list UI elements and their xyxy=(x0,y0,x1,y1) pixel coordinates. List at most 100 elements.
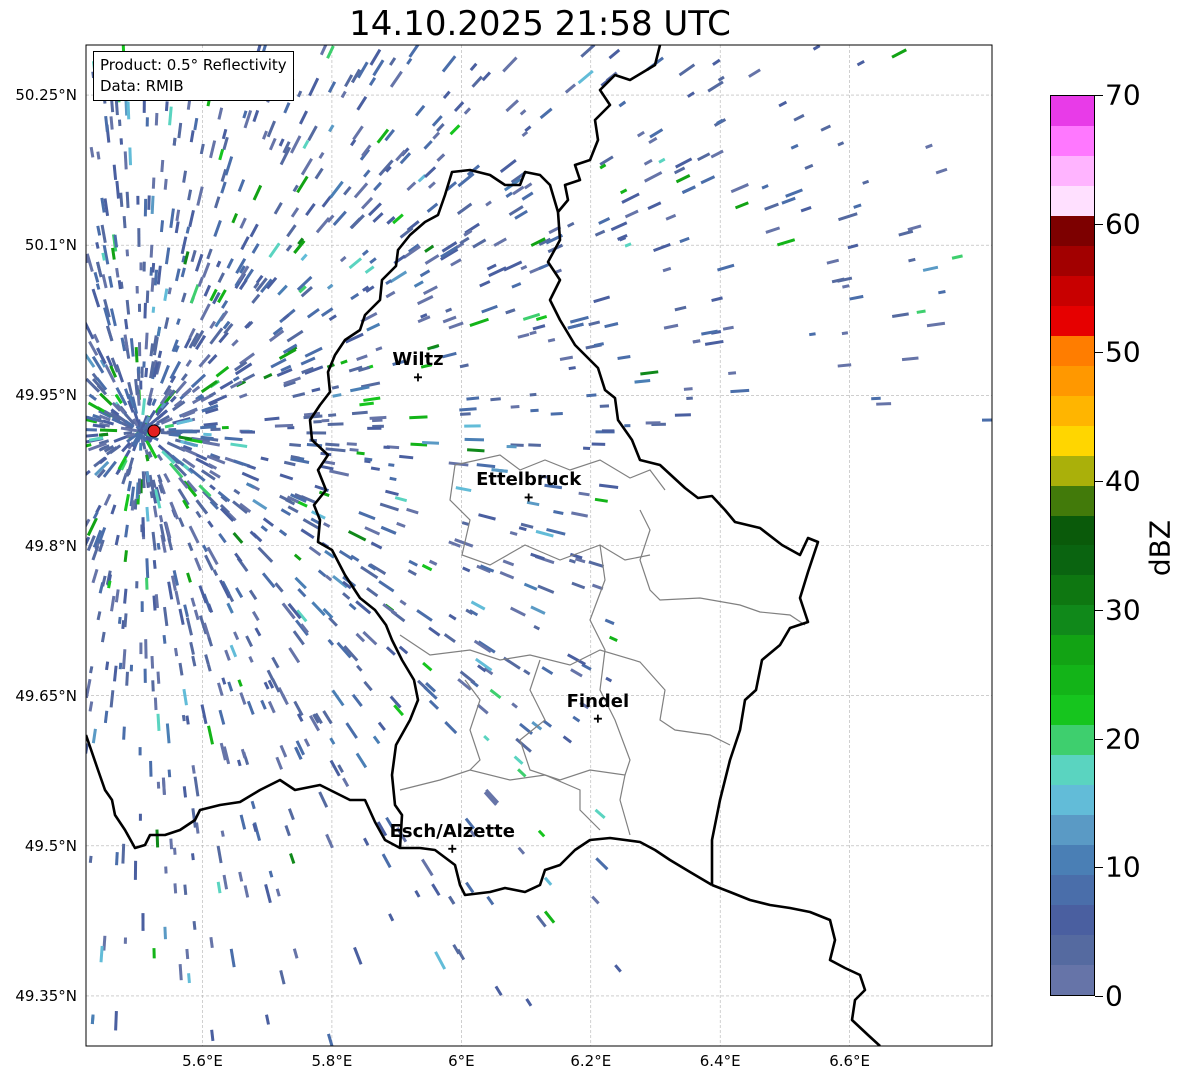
echo-cell xyxy=(152,948,156,959)
colorbar-tick-label: 60 xyxy=(1105,207,1141,241)
colorbar-swatch xyxy=(1051,455,1094,486)
lat-tick-label: 49.5°N xyxy=(24,836,77,855)
echo-cell xyxy=(142,261,146,272)
echo-cell xyxy=(601,429,615,433)
echo-cell xyxy=(306,431,327,435)
colorbar-swatch xyxy=(1051,425,1094,456)
colorbar-swatch xyxy=(1051,275,1094,306)
echo-cell xyxy=(145,290,150,303)
echo-cell xyxy=(313,420,322,424)
echo-cell xyxy=(138,747,142,756)
echo-cell xyxy=(591,442,606,446)
echo-cell xyxy=(150,656,155,669)
colorbar xyxy=(1050,95,1095,996)
echo-cell xyxy=(138,813,142,821)
echo-cell xyxy=(876,402,892,406)
city-label: Esch/Alzette xyxy=(389,820,515,842)
echo-cell xyxy=(674,413,691,417)
colorbar-swatch xyxy=(1051,575,1094,606)
echo-cell xyxy=(506,444,517,449)
colorbar-swatch xyxy=(1051,935,1094,966)
echo-cell xyxy=(321,418,330,423)
echo-cell xyxy=(464,437,485,442)
echo-cell xyxy=(117,119,122,127)
colorbar-swatch xyxy=(1051,185,1094,216)
colorbar-tick-label: 10 xyxy=(1105,850,1141,884)
colorbar-swatch xyxy=(1051,395,1094,426)
lon-tick-label: 6°E xyxy=(448,1052,475,1070)
colorbar-tick-label: 70 xyxy=(1105,78,1141,112)
echo-cell xyxy=(140,601,144,613)
echo-cell xyxy=(137,366,141,374)
echo-cell xyxy=(624,424,631,428)
colorbar-tick xyxy=(1095,867,1103,869)
colorbar-tick-label: 0 xyxy=(1105,979,1123,1013)
colorbar-swatch xyxy=(1051,125,1094,156)
echo-cell xyxy=(137,303,142,312)
echo-cell xyxy=(163,926,167,940)
echo-cell xyxy=(135,581,139,589)
echo-cell xyxy=(510,405,520,409)
echo-cell xyxy=(221,425,229,430)
echo-cell xyxy=(981,418,992,422)
echo-cell xyxy=(139,642,143,655)
colorbar-tick xyxy=(1095,352,1103,354)
echo-cell xyxy=(153,697,158,711)
echo-cell xyxy=(151,680,155,692)
echo-cell xyxy=(129,664,134,672)
lat-tick-label: 49.35°N xyxy=(15,986,77,1005)
colorbar-swatch xyxy=(1051,305,1094,336)
colorbar-swatch xyxy=(1051,215,1094,246)
colorbar-swatch xyxy=(1051,665,1094,696)
colorbar-tick-label: 30 xyxy=(1105,593,1141,627)
echo-cell xyxy=(164,866,168,874)
echo-cell xyxy=(240,430,256,434)
echo-cell xyxy=(139,262,143,271)
echo-cell xyxy=(327,422,344,427)
colorbar-swatch xyxy=(1051,515,1094,546)
radar-site-marker xyxy=(147,424,161,438)
echo-cell xyxy=(367,426,382,430)
echo-cell xyxy=(151,177,156,189)
echo-cell xyxy=(686,396,693,401)
echo-cell xyxy=(160,431,171,435)
echo-cell xyxy=(140,366,144,378)
colorbar-swatch xyxy=(1051,365,1094,396)
echo-cell xyxy=(528,443,541,447)
echo-cell xyxy=(137,478,142,495)
colorbar-swatch xyxy=(1051,545,1094,576)
echo-cell xyxy=(141,913,145,931)
colorbar-swatch xyxy=(1051,245,1094,276)
lon-tick-label: 5.8°E xyxy=(311,1052,353,1070)
echo-cell xyxy=(156,781,161,789)
colorbar-tick-label: 50 xyxy=(1105,335,1141,369)
colorbar-swatch xyxy=(1051,95,1094,126)
echo-cell xyxy=(136,195,140,205)
colorbar-swatch xyxy=(1051,785,1094,816)
lat-tick-label: 50.1°N xyxy=(24,236,77,255)
product-info-box: Product: 0.5° Reflectivity Data: RMIB xyxy=(93,51,294,101)
radar-map xyxy=(85,44,993,1047)
echo-cell xyxy=(346,442,357,446)
echo-cell xyxy=(143,198,148,217)
echo-cell xyxy=(464,424,481,428)
colorbar-swatch xyxy=(1051,725,1094,756)
echo-cell xyxy=(139,380,143,390)
colorbar-swatch xyxy=(1051,815,1094,846)
echo-cell xyxy=(550,412,563,416)
colorbar-unit-label: dBZ xyxy=(1143,519,1177,577)
colorbar-swatch xyxy=(1051,905,1094,936)
data-source-label: Data: RMIB xyxy=(100,77,184,95)
echo-cell xyxy=(125,249,130,257)
echo-cell xyxy=(139,442,143,451)
echo-cell xyxy=(203,432,212,437)
echo-cell xyxy=(583,446,591,450)
city-label: Findel xyxy=(566,690,630,712)
echo-cell xyxy=(147,195,151,210)
colorbar-swatch xyxy=(1051,335,1094,366)
colorbar-swatch xyxy=(1051,155,1094,186)
echo-cell xyxy=(149,760,153,777)
echo-cell xyxy=(173,847,177,855)
echo-cell xyxy=(871,396,881,401)
echo-cell xyxy=(118,662,123,670)
